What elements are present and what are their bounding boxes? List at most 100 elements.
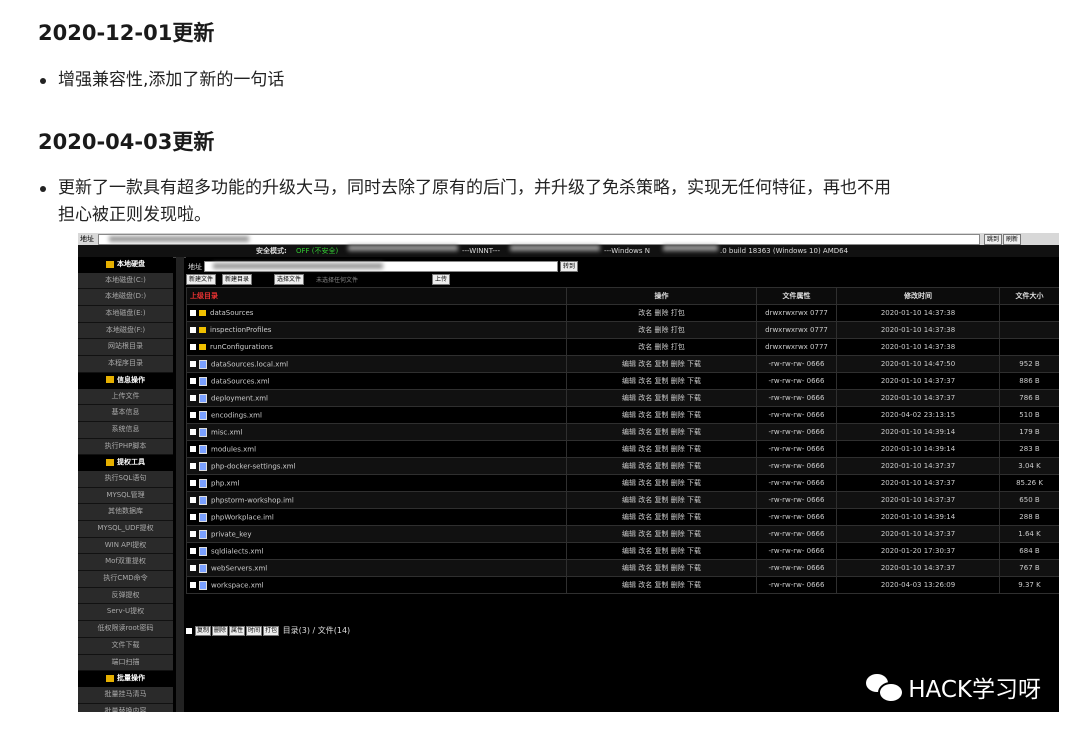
batch-action-button[interactable]: 时间 bbox=[246, 625, 263, 636]
file-perm[interactable]: -rw-rw-rw- 0666 bbox=[756, 372, 837, 390]
file-ops[interactable]: 改名 删除 打包 bbox=[566, 321, 757, 339]
row-checkbox[interactable] bbox=[190, 412, 196, 418]
file-time[interactable]: 2020-04-03 13:26:09 bbox=[836, 576, 1000, 594]
file-time[interactable]: 2020-01-10 14:37:37 bbox=[836, 389, 1000, 407]
file-time[interactable]: 2020-01-10 14:37:38 bbox=[836, 338, 1000, 356]
file-ops[interactable]: 编辑 改名 复制 删除 下载 bbox=[566, 542, 757, 560]
file-time[interactable]: 2020-01-10 14:37:37 bbox=[836, 457, 1000, 475]
sidebar-item[interactable]: 本地磁盘(F:) bbox=[78, 322, 173, 340]
file-time[interactable]: 2020-01-10 14:47:50 bbox=[836, 355, 1000, 373]
path-input[interactable] bbox=[204, 261, 558, 272]
row-checkbox[interactable] bbox=[190, 378, 196, 384]
row-checkbox[interactable] bbox=[190, 497, 196, 503]
file-ops[interactable]: 编辑 改名 复制 删除 下载 bbox=[566, 406, 757, 424]
sidebar-item[interactable]: 文件下载 bbox=[78, 637, 173, 655]
sidebar-item[interactable]: 批量挂马清马 bbox=[78, 686, 173, 704]
new-dir-button[interactable]: 新建目录 bbox=[222, 274, 253, 285]
file-perm[interactable]: drwxrwxrwx 0777 bbox=[756, 304, 837, 322]
row-checkbox[interactable] bbox=[190, 310, 196, 316]
file-ops[interactable]: 编辑 改名 复制 删除 下载 bbox=[566, 576, 757, 594]
sidebar-item[interactable]: 执行PHP脚本 bbox=[78, 438, 173, 456]
file-ops[interactable]: 编辑 改名 复制 删除 下载 bbox=[566, 525, 757, 543]
file-name-link[interactable]: dataSources bbox=[210, 309, 253, 317]
row-checkbox[interactable] bbox=[190, 565, 196, 571]
file-ops[interactable]: 编辑 改名 复制 删除 下载 bbox=[566, 474, 757, 492]
file-ops[interactable]: 编辑 改名 复制 删除 下载 bbox=[566, 389, 757, 407]
jump-button[interactable]: 跳到 bbox=[984, 234, 1003, 245]
file-name-link[interactable]: dataSources.local.xml bbox=[211, 360, 288, 368]
row-checkbox[interactable] bbox=[190, 463, 196, 469]
sidebar-item[interactable]: 本地磁盘(D:) bbox=[78, 289, 173, 307]
file-time[interactable]: 2020-01-10 14:37:37 bbox=[836, 491, 1000, 509]
file-name-link[interactable]: dataSources.xml bbox=[211, 377, 270, 385]
file-perm[interactable]: -rw-rw-rw- 0666 bbox=[756, 389, 837, 407]
select-all-checkbox[interactable] bbox=[186, 627, 192, 634]
row-checkbox[interactable] bbox=[190, 446, 196, 452]
file-perm[interactable]: -rw-rw-rw- 0666 bbox=[756, 559, 837, 577]
file-perm[interactable]: -rw-rw-rw- 0666 bbox=[756, 355, 837, 373]
sidebar-item[interactable]: 系统信息 bbox=[78, 421, 173, 439]
choose-file-button[interactable]: 选择文件 bbox=[274, 274, 305, 285]
file-name-link[interactable]: php-docker-settings.xml bbox=[211, 462, 296, 470]
file-perm[interactable]: -rw-rw-rw- 0666 bbox=[756, 440, 837, 458]
batch-action-button[interactable]: 复制 bbox=[195, 625, 212, 636]
file-name-link[interactable]: workspace.xml bbox=[211, 581, 264, 589]
file-name-link[interactable]: phpWorkplace.iml bbox=[211, 513, 274, 521]
file-ops[interactable]: 编辑 改名 复制 删除 下载 bbox=[566, 372, 757, 390]
file-time[interactable]: 2020-01-10 14:37:37 bbox=[836, 559, 1000, 577]
sidebar-item[interactable]: 网站根目录 bbox=[78, 339, 173, 357]
sidebar-scrollbar[interactable] bbox=[176, 257, 184, 712]
file-time[interactable]: 2020-01-10 14:37:37 bbox=[836, 372, 1000, 390]
file-perm[interactable]: -rw-rw-rw- 0666 bbox=[756, 525, 837, 543]
sidebar-item[interactable]: 执行CMD命令 bbox=[78, 571, 173, 588]
file-name-link[interactable]: modules.xml bbox=[211, 445, 256, 453]
sidebar-item[interactable]: Mof双重提权 bbox=[78, 554, 173, 572]
sidebar-item[interactable]: 本地磁盘(E:) bbox=[78, 306, 173, 323]
file-name-link[interactable]: webServers.xml bbox=[211, 564, 267, 572]
sidebar-item[interactable]: 反弹提权 bbox=[78, 587, 173, 605]
file-name-link[interactable]: runConfigurations bbox=[210, 343, 273, 351]
file-perm[interactable]: drwxrwxrwx 0777 bbox=[756, 338, 837, 356]
sidebar-item[interactable]: WIN API提权 bbox=[78, 537, 173, 555]
file-time[interactable]: 2020-01-10 14:37:37 bbox=[836, 525, 1000, 543]
file-ops[interactable]: 改名 删除 打包 bbox=[566, 304, 757, 322]
row-checkbox[interactable] bbox=[190, 395, 196, 401]
file-time[interactable]: 2020-04-02 23:13:15 bbox=[836, 406, 1000, 424]
file-time[interactable]: 2020-01-10 14:37:38 bbox=[836, 321, 1000, 339]
batch-action-button[interactable]: 打包 bbox=[263, 625, 280, 636]
file-name-link[interactable]: phpstorm-workshop.iml bbox=[211, 496, 294, 504]
sidebar-item[interactable]: MYSQL管理 bbox=[78, 487, 173, 505]
file-name-link[interactable]: misc.xml bbox=[211, 428, 242, 436]
row-checkbox[interactable] bbox=[190, 531, 196, 537]
file-ops[interactable]: 编辑 改名 复制 删除 下载 bbox=[566, 440, 757, 458]
upload-button[interactable]: 上传 bbox=[432, 274, 451, 285]
row-checkbox[interactable] bbox=[190, 361, 196, 367]
sidebar-item[interactable]: 本程序目录 bbox=[78, 356, 173, 373]
file-ops[interactable]: 编辑 改名 复制 删除 下载 bbox=[566, 423, 757, 441]
file-name-link[interactable]: encodings.xml bbox=[211, 411, 262, 419]
file-perm[interactable]: -rw-rw-rw- 0666 bbox=[756, 576, 837, 594]
file-ops[interactable]: 编辑 改名 复制 删除 下载 bbox=[566, 355, 757, 373]
row-checkbox[interactable] bbox=[190, 327, 196, 333]
file-perm[interactable]: -rw-rw-rw- 0666 bbox=[756, 474, 837, 492]
batch-action-button[interactable]: 属性 bbox=[229, 625, 246, 636]
address-input[interactable] bbox=[98, 234, 980, 245]
row-checkbox[interactable] bbox=[190, 548, 196, 554]
file-name-link[interactable]: private_key bbox=[211, 530, 252, 538]
refresh-button[interactable]: 刷新 bbox=[1003, 234, 1022, 245]
file-time[interactable]: 2020-01-10 14:39:14 bbox=[836, 440, 1000, 458]
file-perm[interactable]: -rw-rw-rw- 0666 bbox=[756, 423, 837, 441]
file-ops[interactable]: 编辑 改名 复制 删除 下载 bbox=[566, 457, 757, 475]
goto-button[interactable]: 转到 bbox=[560, 261, 579, 272]
file-time[interactable]: 2020-01-10 14:37:37 bbox=[836, 474, 1000, 492]
row-checkbox[interactable] bbox=[190, 480, 196, 486]
file-name-link[interactable]: php.xml bbox=[211, 479, 239, 487]
file-name-link[interactable]: deployment.xml bbox=[211, 394, 268, 402]
sidebar-item[interactable]: Serv-U提权 bbox=[78, 604, 173, 622]
file-time[interactable]: 2020-01-10 14:39:14 bbox=[836, 508, 1000, 526]
sidebar-item[interactable]: 上传文件 bbox=[78, 388, 173, 406]
new-file-button[interactable]: 新建文件 bbox=[186, 274, 217, 285]
sidebar-item[interactable]: 端口扫描 bbox=[78, 654, 173, 672]
row-checkbox[interactable] bbox=[190, 429, 196, 435]
sidebar-item[interactable]: 本地磁盘(C:) bbox=[78, 272, 173, 290]
